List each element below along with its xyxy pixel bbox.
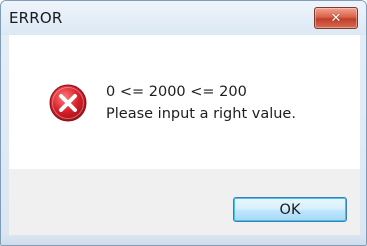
title-bar[interactable]: ERROR ✕ xyxy=(1,1,366,35)
close-icon: ✕ xyxy=(330,10,342,26)
button-bar: OK xyxy=(9,169,360,235)
ok-button[interactable]: OK xyxy=(233,197,347,222)
close-button[interactable]: ✕ xyxy=(314,7,358,29)
message-line-1: 0 <= 2000 <= 200 xyxy=(106,84,247,100)
error-icon xyxy=(49,84,87,122)
error-message: 0 <= 2000 <= 200 Please input a right va… xyxy=(106,81,296,125)
window-frame-bottom xyxy=(1,235,366,245)
dialog-title: ERROR xyxy=(9,9,63,27)
error-dialog: ERROR ✕ 0 <= 2000 <= 200 Please input a … xyxy=(0,0,367,246)
message-line-2: Please input a right value. xyxy=(106,106,296,122)
message-area: 0 <= 2000 <= 200 Please input a right va… xyxy=(9,35,360,169)
